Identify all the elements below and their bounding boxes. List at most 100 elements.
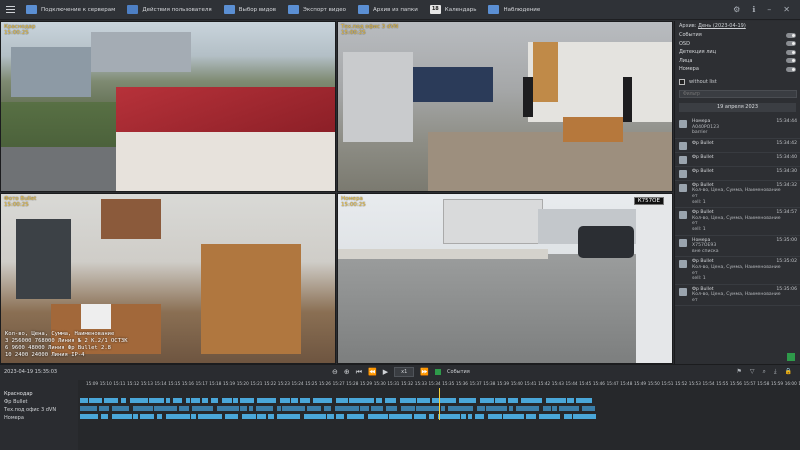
info-icon[interactable]: ℹ — [752, 5, 755, 14]
camera-tile-krasnodar[interactable]: Краснодар 15:00:25 — [0, 21, 336, 192]
export-icon[interactable]: ⤓ — [774, 368, 777, 376]
person-1 — [523, 77, 533, 117]
recording-segment — [268, 414, 274, 419]
camera-icon — [679, 155, 687, 164]
recording-segment — [389, 414, 412, 419]
window — [16, 219, 71, 299]
camera-tile-plates[interactable]: Номера 15:00:25 К757ОЕ — [337, 193, 673, 364]
camera-tile-bullet[interactable]: Фото Bullet 15:00:25 Кол-во, Цена, Сумма… — [0, 193, 336, 364]
step-back-icon[interactable]: ⏪ — [368, 367, 377, 377]
timeline-track-area[interactable]: 15:09 15:10 15:11 15:12 15:13 15:14 15:15 15:16… — [78, 380, 800, 450]
search-icon[interactable]: ⌕ — [762, 368, 765, 376]
event-time: 15:34:42 — [776, 140, 797, 146]
recording-segment — [112, 406, 129, 411]
toggle-switch[interactable] — [786, 58, 796, 64]
event-item[interactable]: Фр Bullet 15:34:30 — [675, 167, 800, 181]
timeline-tick: 15:32 — [401, 381, 414, 386]
event-time: 15:34:44 — [776, 119, 797, 124]
filter-icon[interactable]: ▽ — [750, 368, 755, 376]
event-title: Номера — [692, 119, 711, 124]
recording-segment — [543, 406, 551, 411]
current-datetime: 2023-04-19 15:35:03 — [4, 369, 58, 375]
zoom-out-icon[interactable]: ⊖ — [332, 367, 338, 377]
timeline-tick: 15:46 — [592, 381, 605, 386]
timeline-channel-name[interactable]: Номера — [0, 414, 78, 422]
recording-segment — [257, 398, 276, 403]
search-input[interactable] — [679, 89, 797, 98]
connect-servers-label: Подключение к серверам — [41, 6, 116, 13]
recording-segment — [459, 398, 476, 403]
pos-overlay: Кол-во, Цена, Сумма, Наименование 3 2560… — [5, 331, 128, 358]
select-views-button[interactable]: Выбор видов — [218, 0, 282, 20]
recording-segment — [240, 406, 247, 411]
event-title-row: Фр Bullet 15:34:42 — [692, 141, 797, 147]
timeline: Краснодар Фр Bullet Тех.под офис 3 dVN Н… — [0, 380, 800, 450]
event-item[interactable]: Фр Bullet 15:34:40 — [675, 153, 800, 167]
filter-faces[interactable]: Лица — [675, 57, 800, 66]
recording-segment — [488, 414, 502, 419]
timeline-channel-name[interactable]: Тех.под офис 3 dVN — [0, 406, 78, 414]
user-actions-button[interactable]: Действия пользователя — [121, 0, 217, 20]
event-item[interactable]: Фр Bullet 15:34:57 Кол-во, Цена, Сумма, На… — [675, 208, 800, 236]
recording-segment — [539, 414, 560, 419]
lock-icon[interactable]: 🔒 — [785, 368, 792, 376]
calendar-icon: 18 — [429, 5, 441, 14]
camera-tile-office[interactable]: Тех.под офис 3 dVN 15:00:25 — [337, 21, 673, 192]
step-forward-icon[interactable]: ⏩ — [420, 367, 429, 377]
event-item[interactable]: Фр Bullet 15:35:02 Кол-во, Цена, Сумма, На… — [675, 257, 800, 285]
toggle-switch[interactable] — [786, 41, 796, 47]
timeline-tick: 15:45 — [579, 381, 592, 386]
recording-segment — [242, 414, 256, 419]
event-item[interactable]: Номера 15:34:44 А040РО123 barrier — [675, 117, 800, 139]
event-item[interactable]: Фр Bullet 15:35:06 Кол-во, Цена, Сумма, На… — [675, 285, 800, 307]
event-item[interactable]: Номера 15:35:00 Х757ОЕ93 вне списка — [675, 236, 800, 258]
without-list-checkbox[interactable]: without list — [675, 77, 800, 87]
event-title-row: Фр Bullet 15:34:30 — [692, 169, 797, 175]
event-item[interactable]: Фр Bullet 15:34:32 Кол-во, Цена, Сумма, На… — [675, 181, 800, 209]
connect-servers-button[interactable]: Подключение к серверам — [20, 0, 121, 20]
filter-face-detect[interactable]: Детекция лиц — [675, 48, 800, 57]
event-item[interactable]: Фр Bullet 15:34:42 — [675, 139, 800, 153]
export-video-button[interactable]: Экспорт видео — [282, 0, 352, 20]
monitoring-button[interactable]: Наблюдение — [482, 0, 546, 20]
recording-segment — [80, 398, 88, 403]
status-indicator-icon[interactable] — [787, 353, 795, 361]
recording-segment — [347, 414, 364, 419]
close-icon[interactable]: ✕ — [783, 5, 790, 14]
speed-select[interactable]: x1 — [394, 367, 415, 377]
filter-plates[interactable]: Номера — [675, 65, 800, 74]
minimize-icon[interactable]: – — [767, 5, 771, 14]
settings-icon[interactable]: ⚙ — [733, 5, 740, 14]
recording-segment — [179, 406, 189, 411]
menu-icon[interactable] — [0, 0, 20, 20]
recording-segment — [291, 398, 298, 403]
user-icon — [127, 5, 139, 14]
toggle-switch[interactable] — [786, 66, 796, 72]
zoom-in-icon[interactable]: ⊕ — [344, 367, 350, 377]
toggle-switch[interactable] — [786, 49, 796, 55]
toggle-switch[interactable] — [786, 32, 796, 38]
timeline-tick: 15:23 — [277, 381, 290, 386]
filter-osd[interactable]: OSD — [675, 40, 800, 49]
camera-icon — [679, 183, 687, 192]
recording-segment — [468, 414, 472, 419]
bookmark-icon[interactable]: ⚑ — [736, 368, 741, 376]
timeline-group-name[interactable]: Краснодар — [0, 390, 78, 398]
filter-events[interactable]: События — [675, 31, 800, 40]
archive-date[interactable]: День (2023-04-19) — [698, 23, 746, 29]
recording-segment — [300, 398, 310, 403]
prev-frame-icon[interactable]: ⏮ — [356, 367, 362, 377]
checkbox[interactable] — [679, 78, 685, 85]
calendar-button[interactable]: 18 Календарь — [424, 0, 483, 20]
event-title: Фр Bullet — [692, 140, 714, 146]
events-list[interactable]: Номера 15:34:44 А040РО123 barrier Фр Bullet 1… — [675, 117, 800, 349]
events-checkbox[interactable] — [435, 369, 442, 375]
play-icon[interactable]: ▶ — [383, 367, 388, 377]
recording-segment — [495, 398, 506, 403]
playhead-cursor[interactable] — [439, 388, 440, 420]
recording-segment — [438, 414, 460, 419]
timeline-tick: 15:11 — [113, 381, 126, 386]
recording-segment — [304, 414, 326, 419]
archive-folder-button[interactable]: Архив из папки — [352, 0, 424, 20]
timeline-channel-name[interactable]: Фр Bullet — [0, 398, 78, 406]
